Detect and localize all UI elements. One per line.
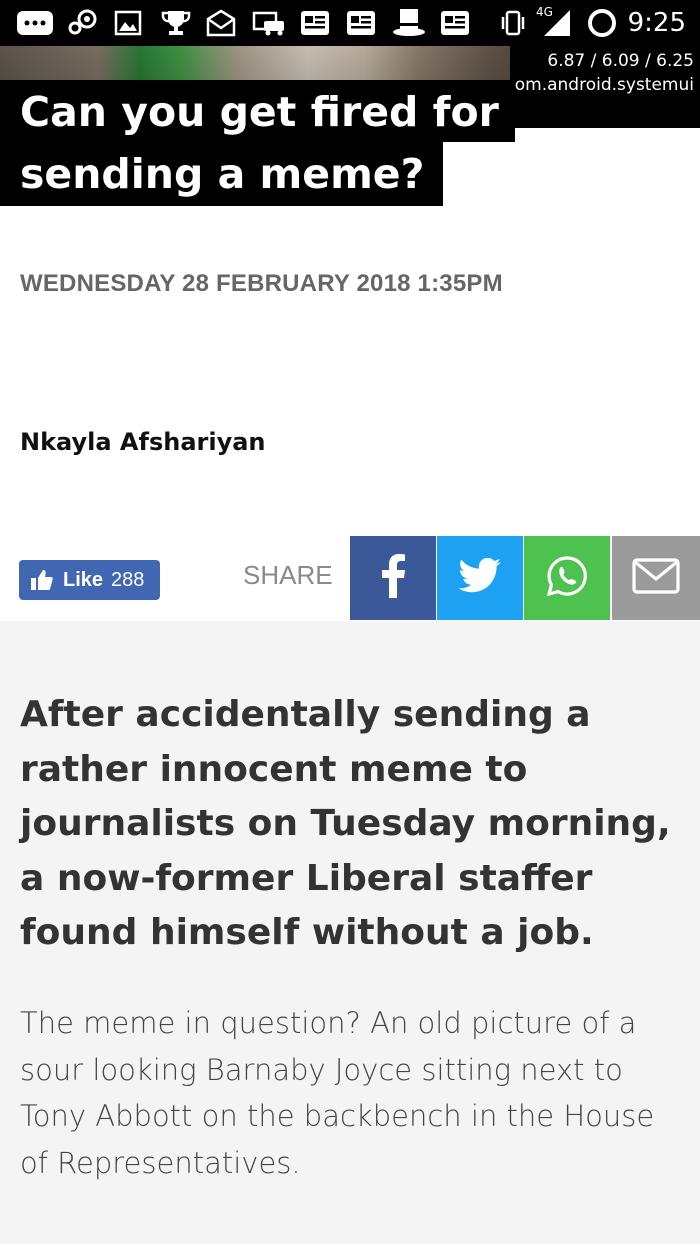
share-email-button[interactable] bbox=[612, 536, 700, 620]
top-hat-icon bbox=[392, 8, 426, 38]
share-label: SHARE bbox=[243, 560, 333, 590]
vibrate-icon bbox=[500, 8, 526, 38]
article-lede: After accidentally sending a rather inno… bbox=[20, 694, 671, 953]
article-author[interactable]: Nkayla Afshariyan bbox=[20, 428, 266, 456]
more-icon bbox=[16, 8, 54, 38]
twitter-icon bbox=[458, 557, 502, 598]
status-bar: 4G 9:25 bbox=[0, 0, 700, 46]
signal-icon bbox=[540, 8, 572, 38]
news-icon bbox=[346, 8, 376, 38]
email-icon bbox=[632, 558, 680, 598]
like-label: Like bbox=[63, 568, 104, 591]
share-twitter-button[interactable] bbox=[437, 536, 523, 620]
image-icon bbox=[114, 8, 142, 38]
article-paragraph: The meme in question? An old picture of … bbox=[20, 1006, 655, 1180]
clock: 9:25 bbox=[627, 8, 686, 38]
trophy-icon bbox=[160, 8, 192, 38]
like-count: 288 bbox=[111, 568, 145, 591]
whatsapp-icon bbox=[546, 555, 588, 601]
article-title-line-1: Can you get fired for bbox=[0, 80, 515, 142]
load-average-readout: 6.87 / 6.09 / 6.25 bbox=[547, 51, 694, 71]
article-date: WEDNESDAY 28 FEBRUARY 2018 1:35PM bbox=[20, 270, 503, 297]
sync-icon bbox=[586, 8, 618, 38]
steam-icon bbox=[66, 8, 98, 38]
article-title-line-2: sending a meme? bbox=[0, 142, 443, 206]
news-icon bbox=[300, 8, 330, 38]
car-icon bbox=[252, 8, 286, 38]
mail-icon bbox=[206, 8, 236, 38]
process-name-readout: com.android.systemui bbox=[505, 75, 694, 95]
news-icon bbox=[440, 8, 470, 38]
facebook-icon bbox=[379, 554, 407, 602]
share-whatsapp-button[interactable] bbox=[524, 536, 610, 620]
facebook-like-button[interactable]: Like 288 bbox=[19, 560, 160, 600]
share-facebook-button[interactable] bbox=[350, 536, 436, 620]
thumbs-up-icon bbox=[29, 567, 55, 593]
